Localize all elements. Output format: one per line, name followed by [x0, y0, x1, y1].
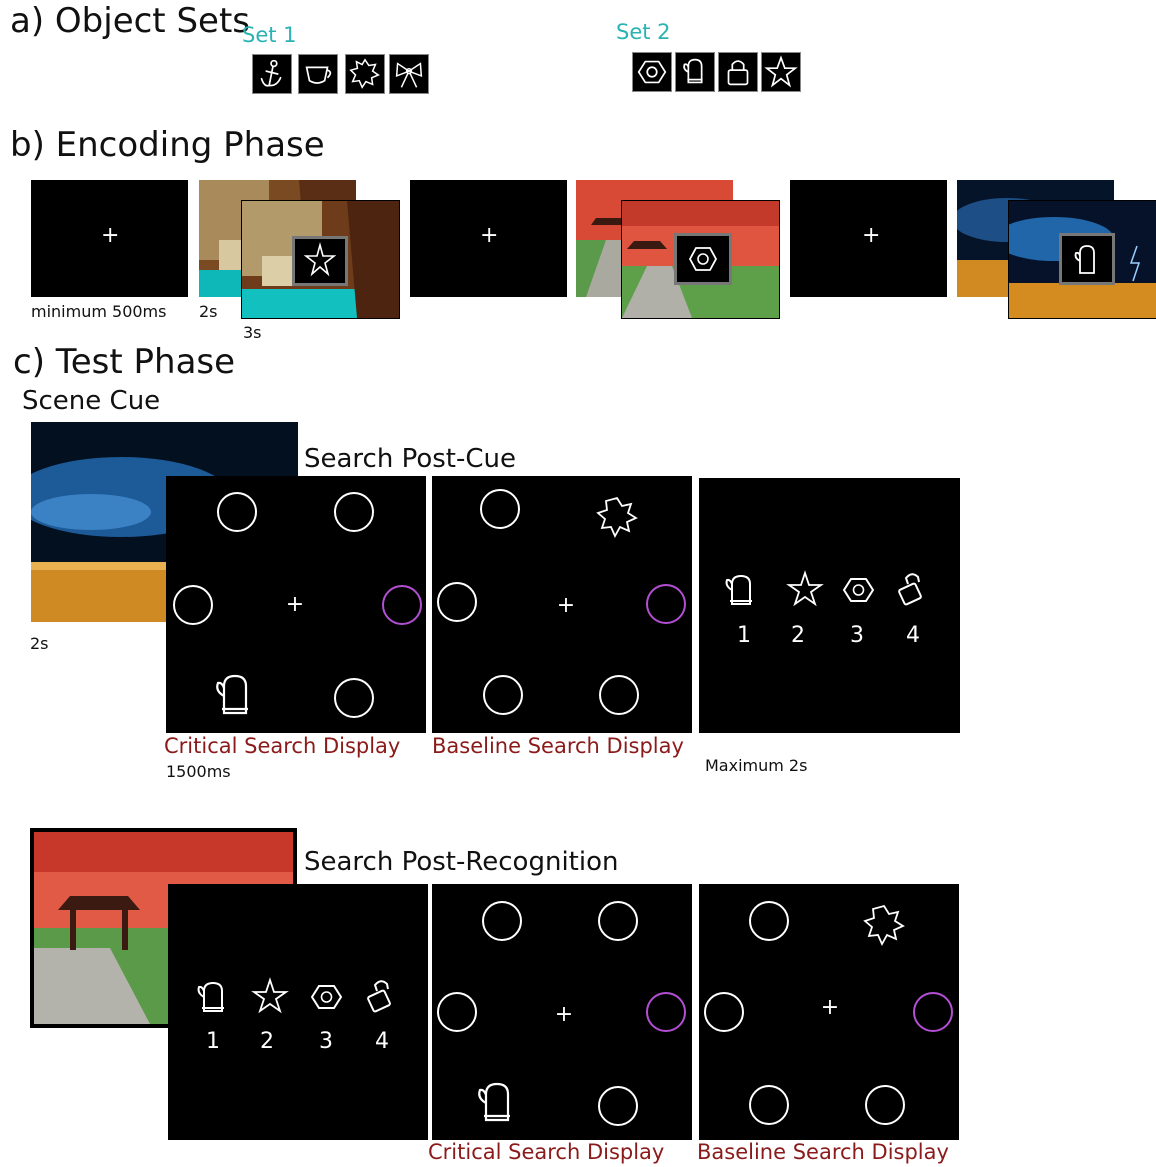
bow-icon — [389, 54, 429, 94]
star-icon — [761, 52, 801, 92]
choice-number-2: 2 — [260, 1029, 274, 1054]
post-cue-label: Search Post-Cue — [304, 444, 516, 474]
fixation-cross: + — [101, 223, 120, 248]
recognition-display: 1 2 3 4 — [168, 884, 428, 1140]
scene-cue-time: 2s — [30, 634, 49, 653]
mitten-icon — [675, 52, 715, 92]
anchor-icon — [252, 54, 292, 94]
section-a-title: a) Object Sets — [10, 1, 250, 41]
critical-label: Critical Search Display — [428, 1140, 665, 1164]
critical-search-display: + — [166, 476, 426, 733]
section-c-title: c) Test Phase — [13, 342, 236, 382]
timing-fixation: minimum 500ms — [31, 302, 167, 321]
padlock-icon — [718, 52, 758, 92]
choice-number-3: 3 — [850, 623, 864, 648]
baseline-label: Baseline Search Display — [697, 1140, 949, 1164]
svg-text:+: + — [286, 592, 304, 617]
fixation-screen: + — [790, 180, 947, 297]
svg-text:+: + — [821, 995, 839, 1020]
svg-text:+: + — [555, 1002, 573, 1027]
section-b-title: b) Encoding Phase — [10, 125, 325, 165]
cave-scene-with-object — [241, 200, 400, 319]
recognition-display: 1 2 3 4 — [699, 478, 960, 733]
svg-text:+: + — [557, 593, 575, 618]
fixation-cross: + — [480, 223, 499, 248]
fixation-screen: + — [31, 180, 188, 297]
set1-label: Set 1 — [242, 23, 297, 47]
choice-number-4: 4 — [906, 623, 920, 648]
choice-number-1: 1 — [206, 1029, 220, 1054]
storm-scene-with-object — [1008, 200, 1156, 319]
leaf-icon — [345, 54, 385, 94]
pagoda-scene-with-object — [621, 200, 780, 319]
choice-number-3: 3 — [319, 1029, 333, 1054]
fixation-screen: + — [410, 180, 567, 297]
timing-scene: 2s — [199, 302, 218, 321]
critical-time: 1500ms — [166, 762, 231, 781]
choice-number-2: 2 — [791, 623, 805, 648]
scene-cue-label: Scene Cue — [22, 386, 161, 416]
post-recognition-label: Search Post-Recognition — [304, 847, 619, 877]
critical-search-display: + — [432, 884, 692, 1140]
fixation-cross: + — [862, 223, 881, 248]
cup-icon — [298, 54, 338, 94]
baseline-label: Baseline Search Display — [432, 734, 684, 758]
recognition-time: Maximum 2s — [705, 756, 808, 775]
nut-icon — [632, 52, 672, 92]
timing-object: 3s — [243, 323, 262, 342]
baseline-search-display: + — [432, 476, 692, 733]
baseline-search-display: + — [699, 884, 959, 1140]
choice-number-4: 4 — [375, 1029, 389, 1054]
critical-label: Critical Search Display — [164, 734, 401, 758]
set2-label: Set 2 — [616, 20, 671, 44]
choice-number-1: 1 — [737, 623, 751, 648]
